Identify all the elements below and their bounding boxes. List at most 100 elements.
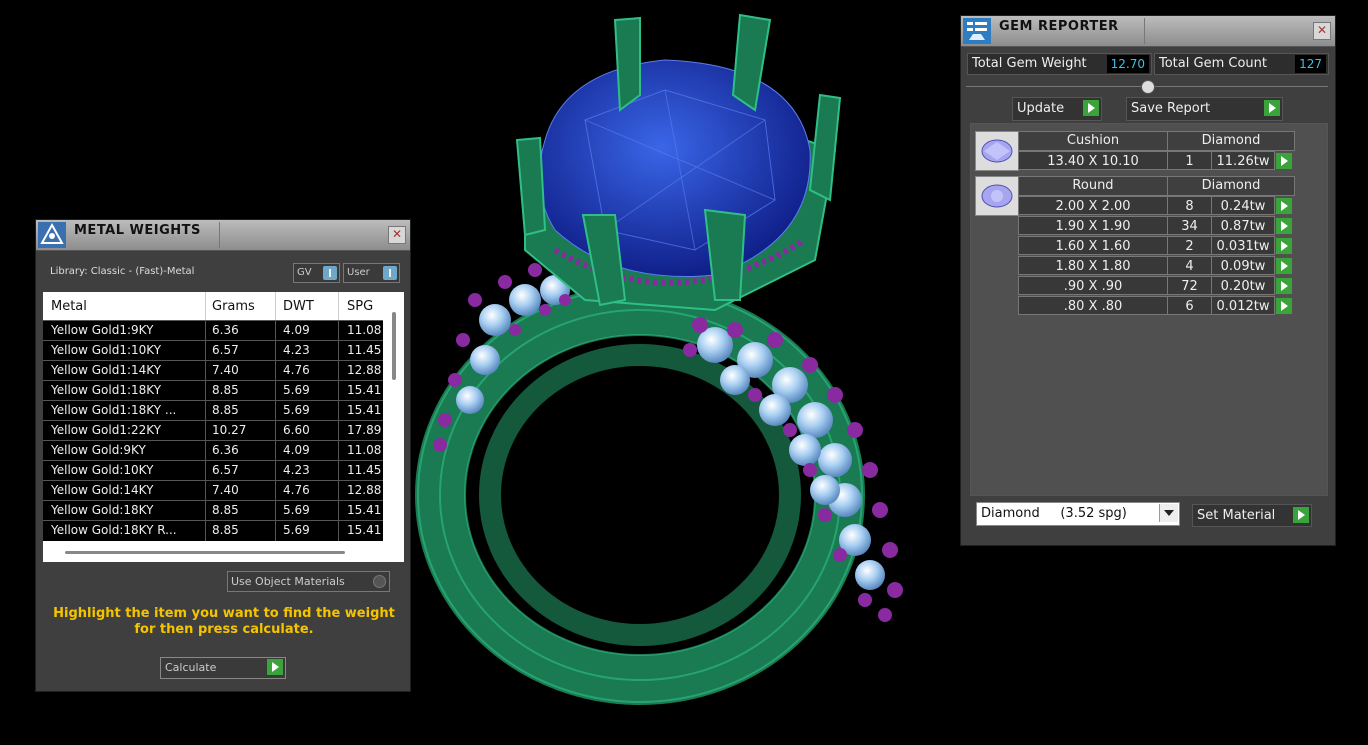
column-divider [205,381,206,401]
user-toggle-label: User [347,267,370,278]
table-row[interactable]: Yellow Gold:18KY R... 8.85 5.69 15.41 [43,520,383,541]
select-gem-arrow-icon[interactable] [1276,258,1292,274]
user-toggle[interactable]: User [343,263,400,283]
use-object-materials-label: Use Object Materials [231,575,345,588]
total-gem-count: Total Gem Count 127 [1154,53,1329,75]
instruction-text: Highlight the item you want to find the … [53,606,395,637]
column-divider [205,341,206,361]
gem-reporter-titlebar[interactable]: GEM REPORTER ✕ [961,16,1335,47]
gem-size-cell: 13.40 X 10.10 [1018,151,1168,170]
column-header-grams[interactable]: Grams [212,299,255,314]
column-divider [338,401,339,421]
cushion-gem-icon[interactable] [975,131,1019,171]
collapse-knob-icon[interactable] [1141,80,1155,94]
spg-cell: 15.41 [347,523,382,537]
calculate-button[interactable]: Calculate [160,657,286,679]
total-gem-weight-label: Total Gem Weight [972,56,1087,71]
table-row[interactable]: Yellow Gold:9KY 6.36 4.09 11.08 [43,440,383,461]
gem-size-cell: .80 X .80 [1018,296,1168,315]
select-gem-arrow-icon[interactable] [1276,298,1292,314]
table-row[interactable]: Yellow Gold:14KY 7.40 4.76 12.88 [43,480,383,501]
metal-name-cell: Yellow Gold1:9KY [51,323,154,337]
gem-size-cell: .90 X .90 [1018,276,1168,295]
metal-name-cell: Yellow Gold:10KY [51,463,154,477]
save-report-label: Save Report [1131,101,1211,116]
column-divider [338,441,339,461]
select-gem-arrow-icon[interactable] [1276,153,1292,169]
gem-count-cell: 1 [1167,151,1212,170]
material-select[interactable]: Diamond (3.52 spg) [976,502,1180,526]
spg-cell: 11.08 [347,323,382,337]
gem-reporter-panel: GEM REPORTER ✕ Total Gem Weight 12.70 To… [960,15,1336,546]
metal-weights-titlebar[interactable]: METAL WEIGHTS ✕ [36,220,410,251]
metal-name-cell: Yellow Gold:18KY [51,503,154,517]
total-gem-count-value: 127 [1295,55,1326,73]
table-row[interactable]: Yellow Gold1:14KY 7.40 4.76 12.88 [43,360,383,381]
column-divider [338,421,339,441]
metal-weights-panel: METAL WEIGHTS ✕ Library: Classic - (Fast… [35,219,411,692]
horizontal-scrollbar[interactable] [65,551,345,554]
select-gem-arrow-icon[interactable] [1276,218,1292,234]
set-material-button[interactable]: Set Material [1192,504,1312,527]
column-divider [205,461,206,481]
total-gem-weight: Total Gem Weight 12.70 [967,53,1152,75]
table-row[interactable]: Yellow Gold1:18KY ... 8.85 5.69 15.41 [43,400,383,421]
grams-cell: 8.85 [212,383,239,397]
gem-count-cell: 4 [1167,256,1212,275]
spg-cell: 11.45 [347,343,382,357]
save-report-button[interactable]: Save Report [1126,97,1283,121]
table-row[interactable]: Yellow Gold1:10KY 6.57 4.23 11.45 [43,340,383,361]
vertical-scrollbar[interactable] [392,312,396,380]
column-divider [205,501,206,521]
gem-reporter-title: GEM REPORTER [999,19,1119,34]
gem-shape-header: Cushion [1018,131,1168,151]
grams-cell: 7.40 [212,363,239,377]
round-gem-icon[interactable] [975,176,1019,216]
ring-3d-viewport[interactable] [415,0,955,741]
table-row[interactable]: Yellow Gold:18KY 8.85 5.69 15.41 [43,500,383,521]
table-row[interactable]: Yellow Gold:10KY 6.57 4.23 11.45 [43,460,383,481]
gem-material-header: Diamond [1167,131,1295,151]
select-gem-arrow-icon[interactable] [1276,278,1292,294]
table-row[interactable]: Yellow Gold1:9KY 6.36 4.09 11.08 [43,320,383,341]
column-header-metal[interactable]: Metal [51,299,87,314]
table-row[interactable]: Yellow Gold1:18KY 8.85 5.69 15.41 [43,380,383,401]
select-gem-arrow-icon[interactable] [1276,238,1292,254]
total-gem-count-label: Total Gem Count [1159,56,1267,71]
dwt-cell: 6.60 [283,423,310,437]
metal-name-cell: Yellow Gold:14KY [51,483,154,497]
gv-toggle[interactable]: GV [293,263,340,283]
gem-list[interactable]: Cushion Diamond 13.40 X 10.10 1 11.26tw … [970,123,1328,496]
column-header-spg[interactable]: SPG [347,299,373,314]
close-icon[interactable]: ✕ [388,226,406,244]
chevron-down-icon[interactable] [1159,504,1178,522]
gem-count-cell: 34 [1167,216,1212,235]
close-icon[interactable]: ✕ [1313,22,1331,40]
gem-size-cell: 1.90 X 1.90 [1018,216,1168,235]
play-arrow-icon [1293,507,1309,523]
gem-weight-cell: 0.24tw [1211,196,1275,215]
gem-count-cell: 8 [1167,196,1212,215]
dwt-cell: 5.69 [283,523,310,537]
column-divider [275,501,276,521]
gem-count-cell: 6 [1167,296,1212,315]
metal-table[interactable]: Metal Grams DWT SPG Yellow Gold1:9KY 6.36… [43,292,404,562]
gem-size-cell: 1.80 X 1.80 [1018,256,1168,275]
select-gem-arrow-icon[interactable] [1276,198,1292,214]
material-select-value: Diamond (3.52 spg) [981,506,1127,521]
metal-name-cell: Yellow Gold:18KY R... [51,523,177,537]
gem-size-cell: 1.60 X 1.60 [1018,236,1168,255]
play-arrow-icon [1264,100,1280,116]
metal-name-cell: Yellow Gold:9KY [51,443,146,457]
column-divider [338,292,339,320]
column-divider [275,341,276,361]
column-header-dwt[interactable]: DWT [283,299,314,314]
column-divider [275,461,276,481]
update-button[interactable]: Update [1012,97,1102,121]
column-divider [205,361,206,381]
column-divider [338,341,339,361]
column-divider [205,421,206,441]
metal-name-cell: Yellow Gold1:10KY [51,343,162,357]
table-row[interactable]: Yellow Gold1:22KY 10.27 6.60 17.89 [43,420,383,441]
use-object-materials-toggle[interactable]: Use Object Materials [227,571,390,592]
